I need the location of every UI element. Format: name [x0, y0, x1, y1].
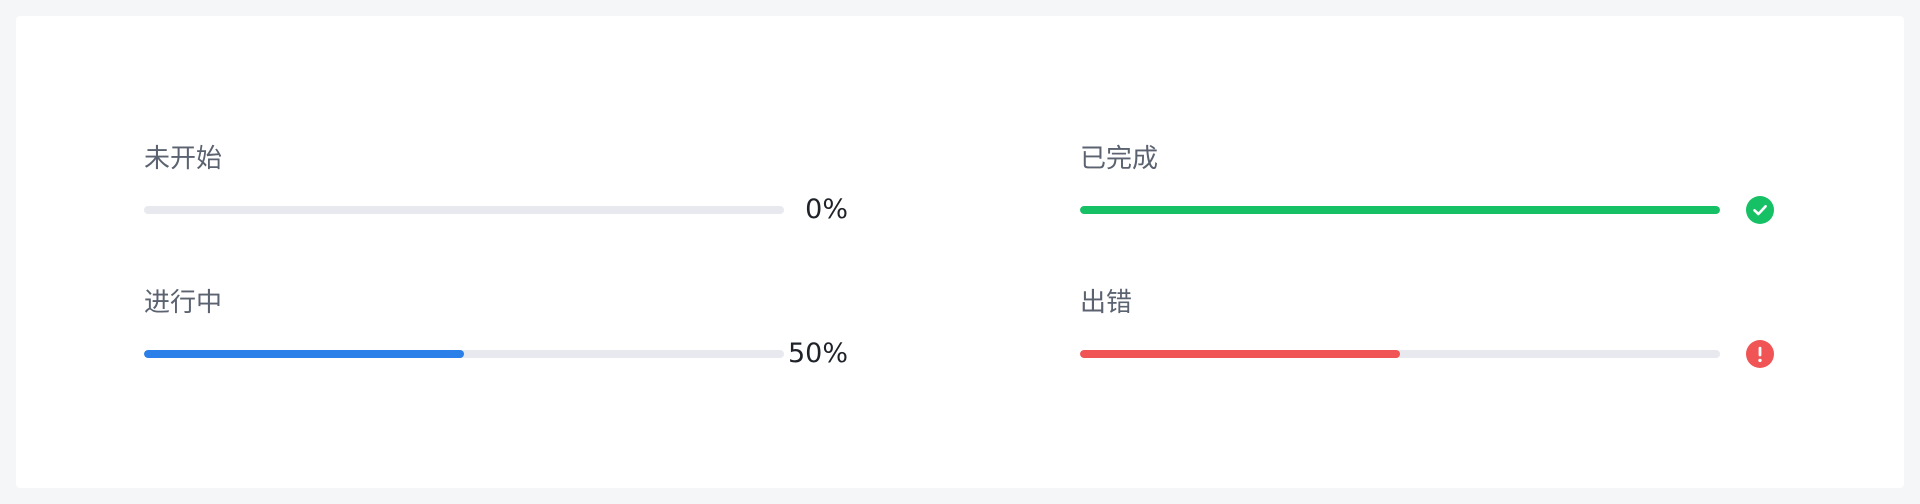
progress-label: 已完成 — [1080, 144, 1159, 174]
progress-track — [1080, 206, 1720, 214]
progress-track — [1080, 350, 1720, 358]
progress-fill — [1080, 350, 1400, 358]
check-circle-icon — [1746, 196, 1774, 224]
progress-label: 未开始 — [144, 144, 223, 174]
progress-fill — [144, 350, 464, 358]
progress-label: 进行中 — [144, 288, 223, 318]
progress-percent: 50% — [787, 338, 848, 369]
progress-fill — [1080, 206, 1720, 214]
progress-card: 未开始 0% 进行中 50% 已完成 出错 — [16, 16, 1904, 488]
progress-label: 出错 — [1080, 288, 1133, 318]
progress-track — [144, 206, 784, 214]
exclamation-circle-icon — [1746, 340, 1774, 368]
progress-percent: 0% — [805, 194, 848, 225]
progress-track — [144, 350, 784, 358]
